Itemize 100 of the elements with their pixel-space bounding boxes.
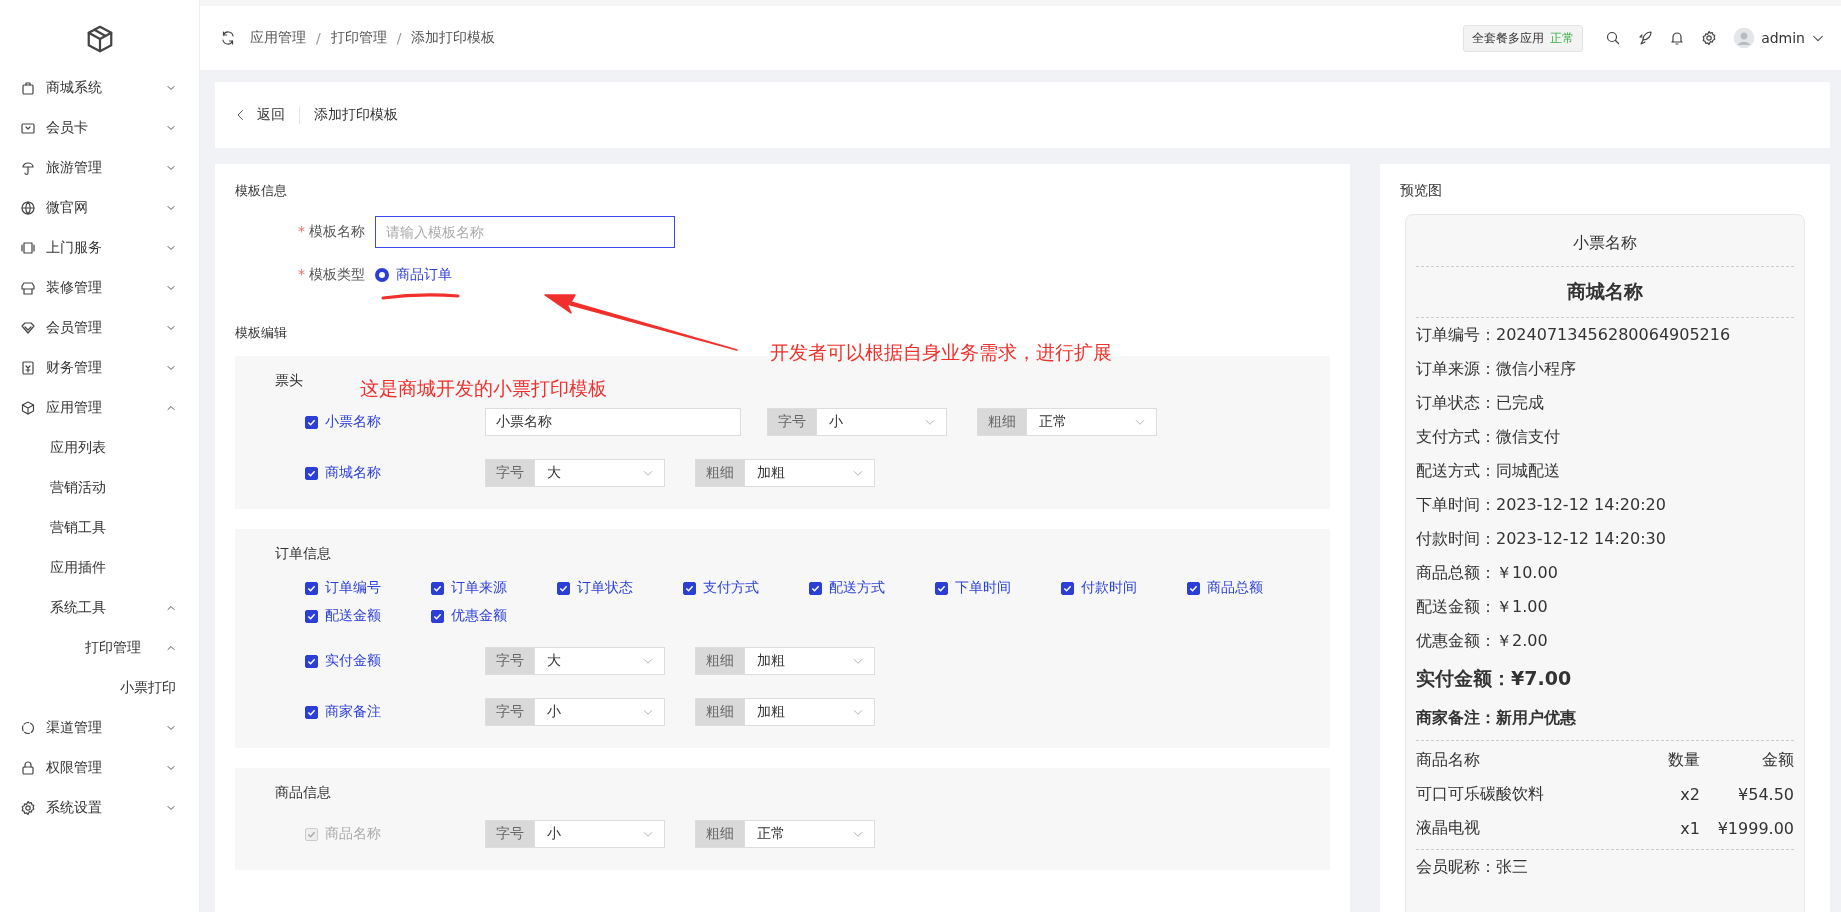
field-checkbox[interactable]: 订单编号 [305,579,431,597]
search-icon[interactable] [1605,30,1622,46]
plan-badge: 全套餐多应用 正常 [1463,24,1584,52]
weight-select[interactable]: 加粗 [745,647,875,675]
field-checkbox[interactable]: 商品总额 [1187,579,1313,597]
menu-item[interactable]: 装修管理 [0,268,199,308]
field-checkbox[interactable]: 配送方式 [809,579,935,597]
weight-select[interactable]: 加粗 [745,698,875,726]
template-name-field[interactable]: 请输入模板名称 [375,216,675,248]
breadcrumb-item[interactable]: 应用管理 [250,29,306,47]
required-mark: * [298,266,305,282]
select-addon: 粗细 [695,820,745,848]
menu-item[interactable]: 商城系统 [0,68,199,108]
receipt-line: 配送金额：￥1.00 [1416,595,1549,618]
select-addon: 粗细 [695,647,745,675]
type-radio[interactable]: 商品订单 [375,266,452,284]
user-name[interactable]: admin [1761,30,1805,46]
menu-item[interactable]: 营销活动 [0,468,199,508]
check-icon [307,417,316,427]
table-cell-text: 液晶电视 [1416,817,1481,839]
settings-icon[interactable] [1701,30,1718,46]
menu-item[interactable]: 微官网 [0,188,199,228]
field-checkbox[interactable]: 商家备注 [305,703,485,721]
receipt-line: 订单来源：微信小程序 [1416,357,1577,380]
size-select[interactable]: 小 [535,698,665,726]
field-checkbox[interactable]: 优惠金额 [431,607,557,625]
total-amount: 实付金额：¥7.00 [1416,666,1573,691]
select-addon: 粗细 [695,459,745,487]
check-icon [1063,583,1072,593]
receipt-line: 订单状态：已完成 [1416,391,1545,414]
check-icon [937,583,946,593]
size-select[interactable]: 小 [817,408,947,436]
menu-item[interactable]: 旅游管理 [0,148,199,188]
field-checkbox[interactable]: 小票名称 [305,413,485,431]
size-select[interactable]: 大 [535,647,665,675]
menu-item[interactable]: 财务管理 [0,348,199,388]
check-icon [307,611,316,621]
diamond-icon [20,320,36,336]
select-addon: 字号 [485,698,535,726]
field-checkbox[interactable]: 订单状态 [557,579,683,597]
check-icon [307,468,316,478]
check-icon [685,583,694,593]
field-checkbox[interactable]: 支付方式 [683,579,809,597]
field-checkbox[interactable]: 订单来源 [431,579,557,597]
table-cell-text: x1 [1679,818,1700,838]
field-checkbox[interactable]: 配送金额 [305,607,431,625]
menu-item[interactable]: 应用列表 [0,428,199,468]
check-icon [307,583,316,593]
check-icon [559,583,568,593]
bag-icon [20,80,36,96]
field-checkbox[interactable]: 实付金额 [305,652,485,670]
lock-icon [20,760,36,776]
menu-item[interactable]: 会员卡 [0,108,199,148]
table-cell-text: 可口可乐碳酸饮料 [1416,783,1545,805]
select-addon: 字号 [485,820,535,848]
weight-select[interactable]: 加粗 [745,459,875,487]
loop-icon [20,720,36,736]
receipt-line: 支付方式：微信支付 [1416,425,1561,448]
size-select[interactable]: 大 [535,459,665,487]
back-button[interactable]: 返回 [235,106,300,124]
menu-item[interactable]: 打印管理 [0,628,199,668]
check-icon [433,583,442,593]
field-checkbox[interactable]: 商城名称 [305,464,485,482]
receipt-line: 商品总额：￥10.00 [1416,561,1559,584]
menu-item[interactable]: 应用插件 [0,548,199,588]
breadcrumb-separator: / [396,30,402,46]
check-icon [307,707,316,717]
field-checkbox[interactable]: 付款时间 [1061,579,1187,597]
required-mark: * [298,223,305,239]
rocket-icon[interactable] [1637,30,1654,46]
weight-select[interactable]: 正常 [1027,408,1157,436]
menu-item[interactable]: 应用管理 [0,388,199,428]
menu-item[interactable]: 系统工具 [0,588,199,628]
menu-item[interactable]: 小票打印 [0,668,199,708]
menu-item[interactable]: 系统设置 [0,788,199,828]
menu-item[interactable]: 渠道管理 [0,708,199,748]
store-icon [20,280,36,296]
check-icon [811,583,820,593]
breadcrumb-item[interactable]: 打印管理 [330,29,387,47]
text-field[interactable]: 小票名称 [485,408,741,436]
menu-item[interactable]: 营销工具 [0,508,199,548]
table-header: 数量 [1667,749,1700,771]
field-checkbox[interactable]: 下单时间 [935,579,1061,597]
umbrella-icon [20,160,36,176]
receipt-line: 付款时间：2023-12-12 14:20:30 [1416,527,1667,550]
table-header: 金额 [1761,749,1794,771]
menu-item[interactable]: 权限管理 [0,748,199,788]
table-header: 商品名称 [1416,749,1481,771]
menu-item[interactable]: 会员管理 [0,308,199,348]
receipt-line: 订单编号：20240713456280064905216 [1416,323,1732,346]
merchant-remark: 商家备注：新用户优惠 [1416,700,1794,741]
shop-name: 商城名称 [1416,267,1794,318]
menu-item[interactable]: 上门服务 [0,228,199,268]
gear-icon [20,800,36,816]
door-icon [20,240,36,256]
select-addon: 粗细 [695,698,745,726]
receipt-line: 下单时间：2023-12-12 14:20:20 [1416,493,1667,516]
refresh-icon[interactable] [220,30,236,46]
table-cell-text: x2 [1679,784,1700,804]
annotation-text: 这是商城开发的小票打印模板 [360,376,607,401]
